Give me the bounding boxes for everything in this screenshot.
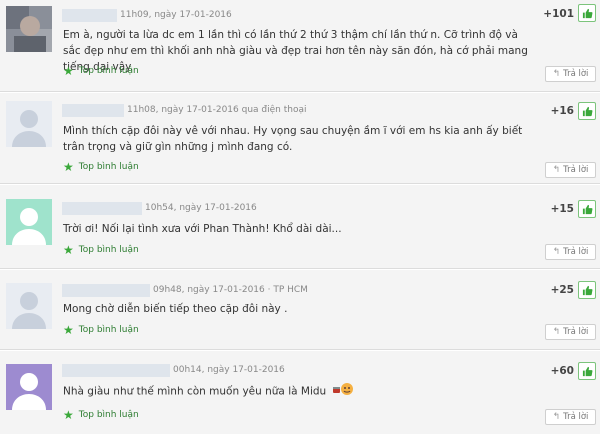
like-count: +15: [550, 203, 574, 215]
avatar[interactable]: [6, 6, 52, 52]
reply-label: Trả lời: [563, 165, 589, 175]
comment-text: Mong chờ diễn biến tiếp theo cặp đôi này…: [63, 303, 288, 315]
reply-arrow-icon: ↰: [552, 165, 561, 175]
avatar[interactable]: [6, 364, 52, 410]
thumbs-up-icon: [582, 285, 592, 295]
comment-time: 10h54, ngày 17-01-2016: [145, 203, 257, 213]
star-icon: ★: [63, 64, 74, 78]
reply-label: Trả lời: [563, 327, 589, 337]
default-avatar-icon: [6, 364, 52, 410]
top-comment-label[interactable]: ★ Top bình luận: [63, 160, 139, 174]
avatar-photo-icon: [6, 6, 52, 52]
smiley-emoji-icon: [332, 382, 354, 401]
reply-label: Trả lời: [563, 247, 589, 257]
comment-item: 00h14, ngày 17-01-2016 Nhà giàu như thế …: [0, 351, 600, 434]
comment-text: Trời ơi! Nối lại tình xưa với Phan Thành…: [63, 223, 342, 235]
star-icon: ★: [63, 323, 74, 337]
author-name[interactable]: [62, 363, 170, 377]
reply-button[interactable]: ↰ Trả lời: [545, 409, 596, 425]
like-button[interactable]: [578, 362, 596, 380]
comment-meta: 00h14, ngày 17-01-2016: [62, 363, 285, 377]
reply-button[interactable]: ↰ Trả lời: [545, 162, 596, 178]
comment-meta: 10h54, ngày 17-01-2016: [62, 201, 257, 215]
reply-button[interactable]: ↰ Trả lời: [545, 244, 596, 260]
reply-arrow-icon: ↰: [552, 327, 561, 337]
author-name[interactable]: [62, 201, 142, 215]
comment-text-content: Nhà giàu như thế mình còn muốn yêu nữa l…: [63, 385, 327, 398]
top-comment-label[interactable]: ★ Top bình luận: [63, 323, 139, 337]
top-comment-label[interactable]: ★ Top bình luận: [63, 64, 139, 78]
thumbs-up-icon: [582, 204, 592, 214]
reply-arrow-icon: ↰: [552, 412, 561, 422]
reply-label: Trả lời: [563, 412, 589, 422]
comment-time: 09h48, ngày 17-01-2016 · TP HCM: [153, 285, 308, 295]
comment-item: 09h48, ngày 17-01-2016 · TP HCM Mong chờ…: [0, 270, 600, 350]
author-name[interactable]: [62, 8, 117, 22]
default-avatar-icon: [6, 199, 52, 245]
comment-text: Nhà giàu như thế mình còn muốn yêu nữa l…: [63, 382, 533, 401]
like-count: +101: [543, 8, 574, 20]
default-avatar-icon: [6, 283, 52, 329]
default-avatar-icon: [6, 101, 52, 147]
star-icon: ★: [63, 160, 74, 174]
like-count: +16: [550, 105, 574, 117]
avatar[interactable]: [6, 199, 52, 245]
top-comment-text: Top bình luận: [78, 245, 139, 255]
reply-arrow-icon: ↰: [552, 247, 561, 257]
thumbs-up-icon: [582, 106, 592, 116]
thumbs-up-icon: [582, 8, 592, 18]
comment-item: 11h08, ngày 17-01-2016 qua điện thoại Mì…: [0, 93, 600, 184]
comment-item: 11h09, ngày 17-01-2016 Em à, người ta lừ…: [0, 0, 600, 92]
comment-meta: 11h09, ngày 17-01-2016: [62, 8, 232, 22]
comment-time: 11h09, ngày 17-01-2016: [120, 10, 232, 20]
like-button[interactable]: [578, 200, 596, 218]
reply-arrow-icon: ↰: [552, 69, 561, 79]
comment-item: 10h54, ngày 17-01-2016 Trời ơi! Nối lại …: [0, 185, 600, 269]
like-button[interactable]: [578, 281, 596, 299]
top-comment-text: Top bình luận: [78, 325, 139, 335]
top-comment-label[interactable]: ★ Top bình luận: [63, 408, 139, 422]
comment-meta: 09h48, ngày 17-01-2016 · TP HCM: [62, 283, 308, 297]
like-button[interactable]: [578, 102, 596, 120]
star-icon: ★: [63, 243, 74, 257]
thumbs-up-icon: [582, 366, 592, 376]
reply-button[interactable]: ↰ Trả lời: [545, 66, 596, 82]
avatar[interactable]: [6, 101, 52, 147]
star-icon: ★: [63, 408, 74, 422]
top-comment-text: Top bình luận: [78, 410, 139, 420]
avatar[interactable]: [6, 283, 52, 329]
like-count: +60: [550, 365, 574, 377]
like-button[interactable]: [578, 4, 596, 22]
comment-time: 00h14, ngày 17-01-2016: [173, 365, 285, 375]
reply-button[interactable]: ↰ Trả lời: [545, 324, 596, 340]
like-count: +25: [550, 284, 574, 296]
comment-meta: 11h08, ngày 17-01-2016 qua điện thoại: [62, 103, 306, 117]
author-name[interactable]: [62, 103, 124, 117]
top-comment-label[interactable]: ★ Top bình luận: [63, 243, 139, 257]
top-comment-text: Top bình luận: [78, 162, 139, 172]
comment-time: 11h08, ngày 17-01-2016 qua điện thoại: [127, 105, 307, 115]
comment-text: Mình thích cặp đôi này vê với nhau. Hy v…: [63, 125, 523, 153]
author-name[interactable]: [62, 283, 150, 297]
top-comment-text: Top bình luận: [78, 66, 139, 76]
comment-list: 11h09, ngày 17-01-2016 Em à, người ta lừ…: [0, 0, 600, 434]
reply-label: Trả lời: [563, 69, 589, 79]
